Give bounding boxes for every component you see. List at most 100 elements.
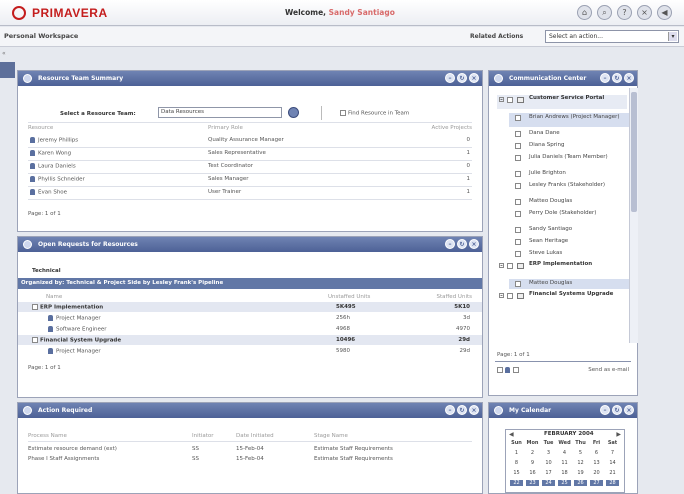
go-button[interactable]	[288, 107, 299, 118]
resource-name-link[interactable]: Laura Daniels	[30, 163, 76, 170]
minimize-icon[interactable]: –	[445, 405, 455, 415]
contact-member[interactable]: Julia Daniels (Team Member)	[509, 153, 629, 167]
minimize-icon[interactable]: –	[600, 73, 610, 83]
calendar-day[interactable]: 21	[606, 470, 619, 476]
refresh-icon[interactable]: ↻	[457, 405, 467, 415]
calendar-day[interactable]: 22	[510, 480, 523, 486]
close-icon[interactable]: ×	[469, 73, 479, 83]
contact-member[interactable]: Matteo Douglas	[509, 197, 629, 207]
process-name-link[interactable]: Phase I Staff Assignments	[28, 456, 99, 462]
member-checkbox[interactable]	[515, 211, 521, 217]
member-checkbox[interactable]	[515, 239, 521, 245]
contact-group[interactable]: – ERP Implementation	[497, 261, 627, 275]
refresh-icon[interactable]: ↻	[612, 73, 622, 83]
contact-group[interactable]: – Financial Systems Upgrade	[497, 291, 627, 305]
member-checkbox[interactable]	[515, 143, 521, 149]
calendar-day[interactable]: 26	[574, 480, 587, 486]
calendar-day[interactable]: 19	[574, 470, 587, 476]
find-resource-link[interactable]: Find Resource in Team	[340, 110, 409, 117]
minimize-icon[interactable]: –	[600, 405, 610, 415]
project-row-name[interactable]: Financial System Upgrade	[32, 337, 121, 344]
contact-member[interactable]: Brian Andrews (Project Manager)	[509, 113, 629, 127]
calendar-day[interactable]: 9	[526, 460, 539, 466]
calendar-day[interactable]: 14	[606, 460, 619, 466]
refresh-icon[interactable]: ↻	[612, 405, 622, 415]
collapse-arrow-icon[interactable]: «	[2, 50, 6, 57]
calendar-day[interactable]: 6	[590, 450, 603, 456]
refresh-icon[interactable]: ↻	[457, 239, 467, 249]
contact-member[interactable]: Steve Lukas	[509, 249, 629, 259]
close-icon[interactable]: ×	[624, 405, 634, 415]
help-icon[interactable]: ?	[617, 5, 632, 20]
expand-toggle-icon[interactable]: –	[499, 97, 504, 103]
resource-name-link[interactable]: Phyllis Schneider	[30, 176, 85, 183]
send-email-link[interactable]: Send as e-mail	[588, 367, 629, 373]
related-actions-select[interactable]: Select an action... ▾	[545, 30, 679, 43]
calendar-day[interactable]: 17	[542, 470, 555, 476]
minimize-icon[interactable]: –	[445, 239, 455, 249]
contact-member[interactable]: Perry Dole (Stakeholder)	[509, 209, 629, 223]
role-row-name[interactable]: Software Engineer	[48, 326, 107, 333]
calendar-day[interactable]: 20	[590, 470, 603, 476]
resource-name-link[interactable]: Jeremy Phillips	[30, 137, 78, 144]
next-month-icon[interactable]: ▶	[616, 431, 621, 438]
user-icon[interactable]	[505, 367, 510, 373]
calendar-day[interactable]: 8	[510, 460, 523, 466]
calendar-day[interactable]: 1	[510, 450, 523, 456]
member-checkbox[interactable]	[515, 183, 521, 189]
calendar-day[interactable]: 15	[510, 470, 523, 476]
member-checkbox[interactable]	[515, 227, 521, 233]
calendar-day[interactable]: 11	[558, 460, 571, 466]
calendar-day[interactable]: 5	[574, 450, 587, 456]
calendar-day[interactable]: 13	[590, 460, 603, 466]
calendar-day[interactable]: 28	[606, 480, 619, 486]
expand-toggle-icon[interactable]: –	[499, 263, 504, 269]
calendar-day[interactable]: 12	[574, 460, 587, 466]
member-checkbox[interactable]	[515, 155, 521, 161]
calendar-day[interactable]: 25	[558, 480, 571, 486]
process-name-link[interactable]: Estimate resource demand (ext)	[28, 446, 117, 452]
contact-member[interactable]: Lesley Franks (Stakeholder)	[509, 181, 629, 195]
close-icon[interactable]: ×	[469, 405, 479, 415]
role-row-name[interactable]: Project Manager	[48, 315, 101, 322]
contact-member[interactable]: Diana Spring	[509, 141, 629, 151]
scroll-thumb[interactable]	[631, 92, 637, 212]
refresh-icon[interactable]: ↻	[457, 73, 467, 83]
resource-name-link[interactable]: Evan Shoe	[30, 189, 67, 196]
calendar-day[interactable]: 7	[606, 450, 619, 456]
contact-member[interactable]: Julie Brighton	[509, 169, 629, 179]
team-select-input[interactable]: Data Resources	[158, 107, 282, 118]
home-icon[interactable]: ⌂	[577, 5, 592, 20]
select-all-icon[interactable]	[497, 367, 503, 373]
contact-group[interactable]: – Customer Service Portal	[497, 95, 627, 109]
member-checkbox[interactable]	[515, 251, 521, 257]
scrollbar[interactable]	[629, 88, 638, 343]
close-icon[interactable]: ×	[637, 5, 652, 20]
calendar-day[interactable]: 10	[542, 460, 555, 466]
chevron-down-icon[interactable]: ▾	[668, 32, 677, 41]
member-checkbox[interactable]	[515, 171, 521, 177]
close-icon[interactable]: ×	[624, 73, 634, 83]
calendar-day[interactable]: 16	[526, 470, 539, 476]
member-checkbox[interactable]	[515, 199, 521, 205]
group-checkbox[interactable]	[507, 293, 513, 299]
expand-toggle-icon[interactable]: –	[499, 293, 504, 299]
search-icon[interactable]: ⌕	[597, 5, 612, 20]
contact-member[interactable]: Sandy Santiago	[509, 225, 629, 235]
side-tab[interactable]	[0, 62, 15, 78]
role-row-name[interactable]: Project Manager	[48, 348, 101, 355]
calendar-day[interactable]: 3	[542, 450, 555, 456]
group-icon[interactable]	[513, 367, 519, 373]
contact-member[interactable]: Sean Heritage	[509, 237, 629, 247]
calendar-day[interactable]: 2	[526, 450, 539, 456]
prev-month-icon[interactable]: ◀	[509, 431, 514, 438]
project-row-name[interactable]: ERP Implementation	[32, 304, 103, 311]
member-checkbox[interactable]	[515, 281, 521, 287]
member-checkbox[interactable]	[515, 115, 521, 121]
contact-member[interactable]: Matteo Douglas	[509, 279, 629, 289]
calendar-day[interactable]: 24	[542, 480, 555, 486]
close-icon[interactable]: ×	[469, 239, 479, 249]
resource-name-link[interactable]: Karen Wong	[30, 150, 71, 157]
group-checkbox[interactable]	[507, 97, 513, 103]
logout-icon[interactable]: ◀	[657, 5, 672, 20]
